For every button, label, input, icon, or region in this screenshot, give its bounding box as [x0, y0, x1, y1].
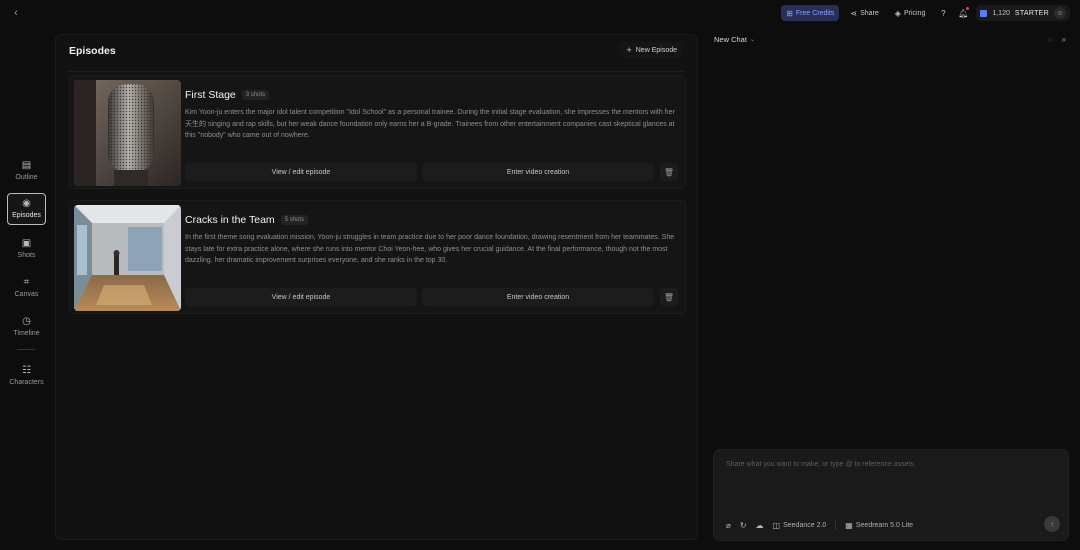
share-button[interactable]: ⋖ Share [845, 5, 883, 21]
chat-header-actions: ◌ » [1048, 35, 1066, 44]
refresh-icon[interactable]: ↻ [740, 521, 747, 530]
image-model-icon: ▦ [845, 521, 853, 530]
gift-icon: ⊞ [786, 8, 793, 18]
enter-video-creation-button[interactable]: Enter video creation [422, 288, 654, 306]
enter-video-creation-button[interactable]: Enter video creation [422, 163, 654, 181]
rail-item-timeline[interactable]: ◷ Timeline [7, 311, 46, 343]
chevron-left-icon[interactable]: ‹ [10, 6, 22, 20]
user-avatar-icon[interactable]: ☺ [1054, 7, 1066, 19]
image-model-selector[interactable]: ▦ Seedream 5.0 Lite [845, 521, 913, 530]
episode-card[interactable]: Cracks in the Team 5 shots In the first … [69, 200, 686, 314]
credits-count: 1,120 [992, 9, 1010, 17]
shots-badge: 5 shots [280, 215, 309, 225]
shots-badge: 3 shots [241, 90, 270, 100]
episodes-icon: ◉ [22, 198, 31, 209]
trash-icon[interactable]: 🗑︎ [660, 288, 678, 306]
tag-icon: ◈ [894, 8, 901, 18]
rail-item-shots[interactable]: ▣ Shots [7, 233, 46, 265]
chat-title: New Chat [714, 35, 747, 44]
outline-icon: ▤ [21, 160, 32, 171]
episodes-panel: Episodes + New Episode First Stage 3 sho… [55, 34, 698, 540]
episode-description: Kim Yoon-ju enters the major idol talent… [185, 109, 675, 139]
plus-icon: + [626, 44, 632, 55]
rail-item-label: Outline [15, 174, 38, 181]
trash-icon[interactable]: 🗑︎ [660, 163, 678, 181]
collapse-panel-icon[interactable]: » [1062, 35, 1066, 44]
episode-card[interactable]: First Stage 3 shots Kim Yoon-ju enters t… [69, 75, 686, 189]
shots-icon: ▣ [21, 238, 32, 249]
pricing-button[interactable]: ◈ Pricing [890, 5, 931, 21]
new-episode-button[interactable]: + New Episode [620, 42, 683, 58]
pricing-label: Pricing [903, 9, 926, 17]
share-label: Share [860, 9, 879, 17]
rail-item-label: Timeline [13, 330, 40, 337]
video-model-label: Seedance 2.0 [783, 522, 827, 529]
rail-item-canvas[interactable]: ⌗ Canvas [7, 272, 46, 304]
cloud-icon[interactable]: ☁ [756, 521, 764, 530]
practice-room-image [74, 205, 181, 311]
free-credits-label: Free Credits [795, 9, 835, 17]
free-credits-button[interactable]: ⊞ Free Credits [781, 5, 840, 21]
chevron-down-icon: ⌄ [749, 37, 755, 43]
plan-label: STARTER [1014, 9, 1049, 17]
view-edit-episode-button[interactable]: View / edit episode [185, 163, 417, 181]
chat-input[interactable]: Share what you want to make, or type @ t… [726, 461, 914, 468]
credits-icon [980, 9, 988, 17]
episode-title-row: Cracks in the Team 5 shots [185, 214, 309, 226]
episode-thumbnail-microphone[interactable] [74, 80, 181, 186]
rail-item-outline[interactable]: ▤ Outline [7, 155, 46, 187]
chat-bubble-icon[interactable]: ◌ [1048, 35, 1053, 44]
episode-title: Cracks in the Team [185, 214, 275, 226]
chat-title-dropdown[interactable]: New Chat ⌄ [714, 35, 755, 44]
top-bar: ‹ ⊞ Free Credits ⋖ Share ◈ Pricing ? 🔔︎ … [0, 0, 1080, 26]
canvas-icon: ⌗ [23, 277, 30, 288]
notification-dot [966, 7, 970, 10]
episode-thumbnail-practice-room[interactable] [74, 205, 181, 311]
episode-title-row: First Stage 3 shots [185, 89, 270, 101]
rail-item-label: Characters [9, 379, 44, 386]
video-model-selector[interactable]: ◫ Seedance 2.0 [773, 521, 827, 530]
divider [835, 521, 837, 530]
top-bar-actions: ⊞ Free Credits ⋖ Share ◈ Pricing ? 🔔︎ 1,… [781, 4, 1070, 22]
view-edit-episode-button[interactable]: View / edit episode [185, 288, 417, 306]
timeline-icon: ◷ [22, 316, 31, 327]
episode-title: First Stage [185, 89, 236, 101]
help-icon[interactable]: ? [936, 5, 950, 21]
rail-item-label: Shots [17, 252, 36, 259]
rail-divider [17, 349, 35, 350]
rail-item-characters[interactable]: ☷ Characters [7, 360, 46, 392]
episode-description: In the first theme song evaluation missi… [185, 234, 675, 264]
composer-toolbar: ⌀ ↻ ☁ ◫ Seedance 2.0 ▦ Seedream 5.0 Lite [726, 521, 913, 530]
video-model-icon: ◫ [772, 521, 781, 530]
send-arrow-icon[interactable]: ↑ [1044, 516, 1060, 532]
rail-item-episodes[interactable]: ◉ Episodes [7, 193, 46, 225]
new-episode-label: New Episode [635, 46, 677, 54]
characters-icon: ☷ [22, 365, 31, 376]
rail-item-label: Episodes [12, 212, 41, 219]
account-pill[interactable]: 1,120 STARTER ☺ [976, 5, 1070, 21]
image-model-label: Seedream 5.0 Lite [855, 522, 914, 529]
bell-icon[interactable]: 🔔︎ [956, 5, 970, 21]
chat-composer: Share what you want to make, or type @ t… [713, 449, 1069, 541]
divider [68, 71, 685, 72]
panel-title: Episodes [69, 45, 116, 57]
microphone-image [74, 80, 181, 186]
share-icon: ⋖ [850, 8, 858, 18]
paperclip-icon[interactable]: ⌀ [726, 521, 731, 530]
rail-item-label: Canvas [14, 291, 39, 298]
